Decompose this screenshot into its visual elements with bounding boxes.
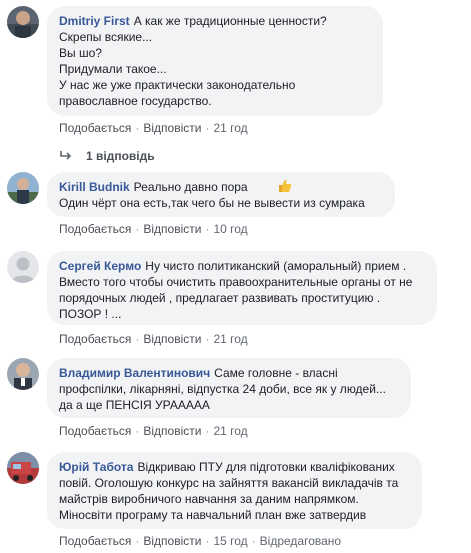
separator-dot: · xyxy=(251,534,256,548)
comment-timestamp[interactable]: 10 год xyxy=(213,222,247,236)
comment-actions: Подобається · Відповісти · 10 год xyxy=(59,222,248,236)
separator-dot: · xyxy=(205,121,210,135)
comment-bubble: Владимир Валентинович Саме головне - влас… xyxy=(47,358,411,418)
comment-author[interactable]: Dmitriy First xyxy=(59,14,130,28)
separator-dot: · xyxy=(205,534,210,548)
like-button[interactable]: Подобається xyxy=(59,121,131,135)
separator-dot: · xyxy=(205,424,210,438)
reply-button[interactable]: Відповісти xyxy=(143,121,201,135)
separator-dot: · xyxy=(135,424,140,438)
comment-actions: Подобається · Відповісти · 21 год xyxy=(59,332,248,346)
reply-button[interactable]: Відповісти xyxy=(143,424,201,438)
like-button[interactable]: Подобається xyxy=(59,424,131,438)
view-replies-link[interactable]: 1 відповідь xyxy=(60,149,155,163)
comment-bubble: Юрій Табота Відкриваю ПТУ для підготовки … xyxy=(47,452,422,529)
separator-dot: · xyxy=(135,332,140,346)
separator-dot: · xyxy=(135,222,140,236)
comment-author[interactable]: Владимир Валентинович xyxy=(59,366,210,380)
avatar[interactable] xyxy=(7,6,39,38)
edited-label[interactable]: Відредаговано xyxy=(260,534,341,548)
comment-author[interactable]: Сергей Кермо xyxy=(59,259,141,273)
comment-timestamp[interactable]: 21 год xyxy=(213,332,247,346)
avatar[interactable] xyxy=(7,358,39,390)
comment-timestamp[interactable]: 21 год xyxy=(213,121,247,135)
avatar[interactable] xyxy=(7,172,39,204)
comment-bubble: Kirill Budnik Реально давно пора Один чёр… xyxy=(47,172,395,217)
thumbs-up-emoji-icon xyxy=(278,179,292,193)
comment-actions: Подобається · Відповісти · 21 год xyxy=(59,424,248,438)
comment-author[interactable]: Юрій Табота xyxy=(59,460,133,474)
like-button[interactable]: Подобається xyxy=(59,222,131,236)
replies-count: 1 відповідь xyxy=(86,149,155,163)
separator-dot: · xyxy=(205,222,210,236)
like-button[interactable]: Подобається xyxy=(59,534,131,548)
reply-button[interactable]: Відповісти xyxy=(143,332,201,346)
avatar[interactable] xyxy=(7,452,39,484)
comment-author[interactable]: Kirill Budnik xyxy=(59,180,130,194)
separator-dot: · xyxy=(205,332,210,346)
comment-timestamp[interactable]: 21 год xyxy=(213,424,247,438)
reply-arrow-icon xyxy=(60,149,72,163)
reply-button[interactable]: Відповісти xyxy=(143,222,201,236)
comment-timestamp[interactable]: 15 год xyxy=(213,534,247,548)
comment-actions: Подобається · Відповісти · 15 год · Відредагов… xyxy=(59,534,341,548)
reply-button[interactable]: Відповісти xyxy=(143,534,201,548)
comment-text: А как же традиционные ценности? Скрепы в… xyxy=(59,14,327,108)
avatar[interactable] xyxy=(7,251,39,283)
comment-bubble: Dmitriy First А как же традиционные ценно… xyxy=(47,6,383,116)
like-button[interactable]: Подобається xyxy=(59,332,131,346)
separator-dot: · xyxy=(135,121,140,135)
comment-actions: Подобається · Відповісти · 21 год xyxy=(59,121,248,135)
separator-dot: · xyxy=(135,534,140,548)
comment-bubble: Сергей Кермо Ну чисто политиканский (амор… xyxy=(47,251,437,325)
